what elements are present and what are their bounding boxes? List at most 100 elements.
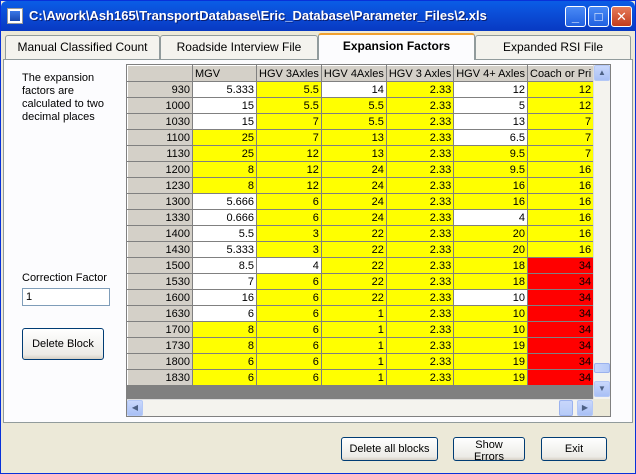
grid-cell[interactable]: 15 [192,97,257,114]
grid-cell[interactable]: 19 [453,353,528,370]
grid-cell[interactable]: 2.33 [385,289,455,306]
row-header-time[interactable]: 1000 [127,97,193,114]
grid-cell[interactable]: 7 [526,113,595,130]
grid-cell[interactable]: 6 [192,369,257,386]
grid-cell[interactable]: 2.33 [385,113,455,130]
grid-cell[interactable]: 34 [526,337,595,354]
grid-cell[interactable]: 2.33 [385,273,455,290]
grid-cell[interactable]: 2.33 [385,369,455,386]
grid-cell[interactable]: 34 [526,273,595,290]
grid-cell[interactable]: 4 [256,257,322,274]
grid-cell[interactable]: 9.5 [453,145,528,162]
grid-cell[interactable]: 22 [320,257,387,274]
grid-cell[interactable]: 2.33 [385,337,455,354]
grid-cell[interactable]: 34 [526,257,595,274]
row-header-time[interactable]: 1730 [127,337,193,354]
grid-cell[interactable]: 9.5 [453,161,528,178]
scroll-down-arrow-icon[interactable]: ▼ [594,381,610,397]
horizontal-scrollbar[interactable]: ◀ ▶ [127,399,595,416]
grid-cell[interactable]: 2.33 [385,209,455,226]
row-header-time[interactable]: 1200 [127,161,193,178]
grid-cell[interactable]: 2.33 [385,353,455,370]
grid-cell[interactable]: 34 [526,305,595,322]
row-header-time[interactable]: 1830 [127,369,193,386]
expansion-factors-grid[interactable]: MGV HGV 3Axles HGV 4Axles HGV 3 Axles HGV 4+… [126,64,611,417]
delete-block-button[interactable]: Delete Block [22,328,104,360]
show-errors-button[interactable]: Show Errors [453,437,525,463]
grid-cell[interactable]: 16 [526,161,595,178]
grid-cell[interactable]: 19 [453,337,528,354]
row-header-time[interactable]: 1430 [127,241,193,258]
scroll-up-arrow-icon[interactable]: ▲ [594,65,610,81]
grid-cell[interactable]: 3 [256,241,322,258]
column-header[interactable]: HGV 4Axles [320,65,387,82]
grid-cell[interactable]: 1 [320,353,387,370]
exit-button[interactable]: Exit [541,437,607,461]
row-header-time[interactable]: 930 [127,81,193,98]
grid-cell[interactable]: 2.33 [385,177,455,194]
grid-cell[interactable]: 12 [256,177,322,194]
grid-cell[interactable]: 5.5 [256,81,322,98]
row-header-time[interactable]: 1030 [127,113,193,130]
row-header-time[interactable]: 1800 [127,353,193,370]
grid-cell[interactable]: 22 [320,225,387,242]
grid-cell[interactable]: 16 [192,289,257,306]
vertical-scrollbar[interactable]: ▲ ▼ [593,65,610,400]
row-header-time[interactable]: 1230 [127,177,193,194]
grid-cell[interactable]: 34 [526,321,595,338]
grid-cell[interactable]: 18 [453,273,528,290]
grid-cell[interactable]: 34 [526,289,595,306]
tab-expansion-factors[interactable]: Expansion Factors [318,33,475,60]
grid-cell[interactable]: 13 [320,129,387,146]
grid-cell[interactable]: 12 [526,97,595,114]
grid-cell[interactable]: 2.33 [385,257,455,274]
grid-cell[interactable]: 5.5 [320,97,387,114]
tab-roadside-interview-file[interactable]: Roadside Interview File [160,35,318,59]
grid-cell[interactable]: 4 [453,209,528,226]
grid-cell[interactable]: 24 [320,177,387,194]
grid-cell[interactable]: 12 [256,161,322,178]
grid-cell[interactable]: 5.333 [192,81,257,98]
grid-cell[interactable]: 2.33 [385,129,455,146]
grid-cell[interactable]: 2.33 [385,161,455,178]
grid-cell[interactable]: 3 [256,225,322,242]
grid-cell[interactable]: 34 [526,369,595,386]
grid-cell[interactable]: 6 [256,193,322,210]
grid-cell[interactable]: 2.33 [385,241,455,258]
scroll-left-arrow-icon[interactable]: ◀ [127,400,143,416]
grid-cell[interactable]: 1 [320,337,387,354]
grid-cell[interactable]: 6 [256,337,322,354]
grid-cell[interactable]: 5.5 [320,113,387,130]
maximize-button[interactable]: □ [588,6,609,27]
grid-cell[interactable]: 5.5 [256,97,322,114]
grid-cell[interactable]: 25 [192,129,257,146]
grid-cell[interactable]: 6 [192,353,257,370]
row-header-time[interactable]: 1600 [127,289,193,306]
grid-cell[interactable]: 22 [320,273,387,290]
grid-cell[interactable]: 6 [256,289,322,306]
grid-cell[interactable]: 24 [320,209,387,226]
row-header-time[interactable]: 1400 [127,225,193,242]
grid-cell[interactable]: 7 [526,129,595,146]
grid-cell[interactable]: 8 [192,321,257,338]
title-bar[interactable]: C:\Awork\Ash165\TransportDatabase\Eric_D… [1,1,635,31]
grid-cell[interactable]: 6 [256,305,322,322]
minimize-button[interactable]: _ [565,6,586,27]
row-header-time[interactable]: 1300 [127,193,193,210]
grid-cell[interactable]: 5 [453,97,528,114]
vertical-scroll-thumb[interactable] [594,363,610,373]
grid-cell[interactable]: 10 [453,289,528,306]
tab-manual-classified-count[interactable]: Manual Classified Count [5,35,160,59]
grid-cell[interactable]: 34 [526,353,595,370]
grid-cell[interactable]: 2.33 [385,97,455,114]
column-header[interactable]: HGV 4+ Axles [453,65,528,82]
grid-cell[interactable]: 6 [192,305,257,322]
grid-cell[interactable]: 16 [526,193,595,210]
row-header-time[interactable]: 1330 [127,209,193,226]
grid-cell[interactable]: 16 [526,241,595,258]
grid-cell[interactable]: 16 [526,225,595,242]
row-header-time[interactable]: 1530 [127,273,193,290]
grid-cell[interactable]: 20 [453,225,528,242]
grid-cell[interactable]: 22 [320,241,387,258]
row-header-time[interactable]: 1500 [127,257,193,274]
